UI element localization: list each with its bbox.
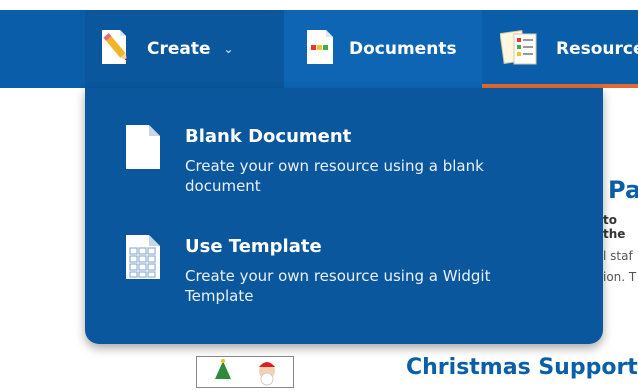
documents-icon	[305, 28, 335, 71]
nav-create[interactable]: Create ⌄	[85, 10, 284, 88]
template-icon	[125, 234, 161, 284]
blank-document-icon	[125, 124, 161, 174]
chevron-down-icon: ⌄	[223, 42, 234, 56]
nav-resources[interactable]: Resources	[482, 10, 638, 88]
menu-item-blank-document[interactable]: Blank Document Create your own resource …	[85, 114, 603, 214]
pencil-icon	[99, 28, 133, 71]
nav-create-label: Create	[147, 39, 211, 59]
menu-item-title: Use Template	[185, 236, 322, 257]
nav-documents[interactable]: Documents	[284, 10, 482, 88]
resource-title-link[interactable]: Christmas Support	[406, 355, 638, 380]
menu-item-description: Create your own resource using a Widgit …	[185, 267, 491, 305]
menu-item-use-template[interactable]: Use Template Create your own resource us…	[85, 224, 603, 324]
menu-item-title: Blank Document	[185, 126, 352, 147]
nav-documents-label: Documents	[349, 39, 457, 59]
create-dropdown-menu: Blank Document Create your own resource …	[85, 88, 603, 344]
page-subtitle-fragment: to the	[603, 213, 626, 241]
resources-icon	[499, 28, 540, 71]
menu-item-description: Create your own resource using a blank d…	[185, 157, 484, 195]
nav-resources-label: Resources	[556, 39, 638, 59]
page-text-fragment: ion. T	[603, 270, 637, 284]
christmas-thumbnail[interactable]	[196, 356, 294, 388]
page-text-fragment: l staf	[603, 249, 633, 263]
page-heading-fragment: Pa	[608, 176, 638, 204]
